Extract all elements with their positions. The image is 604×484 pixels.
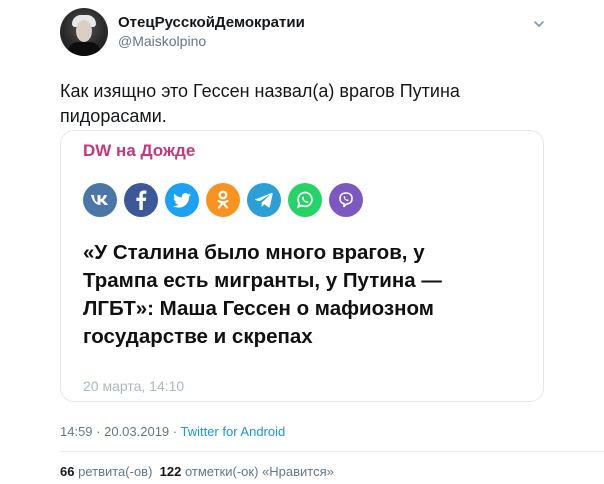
- telegram-icon: [255, 192, 273, 208]
- viber-share-button[interactable]: [329, 183, 363, 217]
- telegram-share-button[interactable]: [247, 183, 281, 217]
- odnoklassniki-icon: [217, 190, 229, 209]
- likes-label[interactable]: отметки(-ок) «Нравится»: [185, 464, 334, 479]
- twitter-icon: [173, 192, 191, 208]
- headline-line: Трампа есть мигранты, у Путина —: [83, 269, 442, 292]
- facebook-share-button[interactable]: [124, 183, 158, 217]
- tweet-client-link[interactable]: Twitter for Android: [180, 424, 285, 439]
- link-card[interactable]: DW на Дожде «У Сталина было много врагов…: [60, 130, 544, 402]
- headline-line: «У Сталина было много врагов, у: [83, 241, 425, 264]
- retweets-label[interactable]: ретвита(-ов): [78, 464, 152, 479]
- card-source: DW на Дожде: [83, 141, 196, 160]
- headline-line: государстве и скрепах: [83, 325, 313, 348]
- twitter-share-button[interactable]: [165, 183, 199, 217]
- author-display-name[interactable]: ОтецРусскойДемократии: [118, 14, 305, 31]
- tweet-text-line: пидорасами.: [60, 106, 167, 126]
- tweet-stats: 66 ретвита(-ов) 122 отметки(-ок) «Нравит…: [60, 464, 334, 479]
- card-date: 20 марта, 14:10: [83, 378, 185, 394]
- viber-icon: [339, 192, 353, 208]
- tweet-text: Как изящно это Гессен назвал(а) врагов П…: [60, 79, 560, 129]
- facebook-icon: [136, 190, 147, 210]
- tweet: ОтецРусскойДемократии @Maiskolpino Как и…: [0, 0, 604, 484]
- tweet-timestamp[interactable]: 14:59 · 20.03.2019 ·: [60, 424, 180, 439]
- odnoklassniki-share-button[interactable]: [206, 183, 240, 217]
- tweet-meta: 14:59 · 20.03.2019 · Twitter for Android: [60, 424, 285, 439]
- chevron-down-icon[interactable]: [533, 18, 545, 30]
- likes-count[interactable]: 122: [160, 464, 182, 479]
- retweets-count[interactable]: 66: [60, 464, 74, 479]
- vk-icon: [91, 195, 108, 205]
- author-handle[interactable]: @Maiskolpino: [118, 33, 206, 49]
- divider: [60, 451, 604, 452]
- headline-line: ЛГБТ»: Маша Гессен о мафиозном: [83, 297, 434, 320]
- share-buttons: [83, 183, 363, 217]
- card-headline[interactable]: «У Сталина было много врагов, у Трампа е…: [83, 239, 523, 351]
- whatsapp-icon: [296, 191, 313, 209]
- vk-share-button[interactable]: [83, 183, 117, 217]
- tweet-text-line: Как изящно это Гессен назвал(а) врагов П…: [60, 81, 460, 101]
- whatsapp-share-button[interactable]: [288, 183, 322, 217]
- avatar[interactable]: [60, 8, 108, 56]
